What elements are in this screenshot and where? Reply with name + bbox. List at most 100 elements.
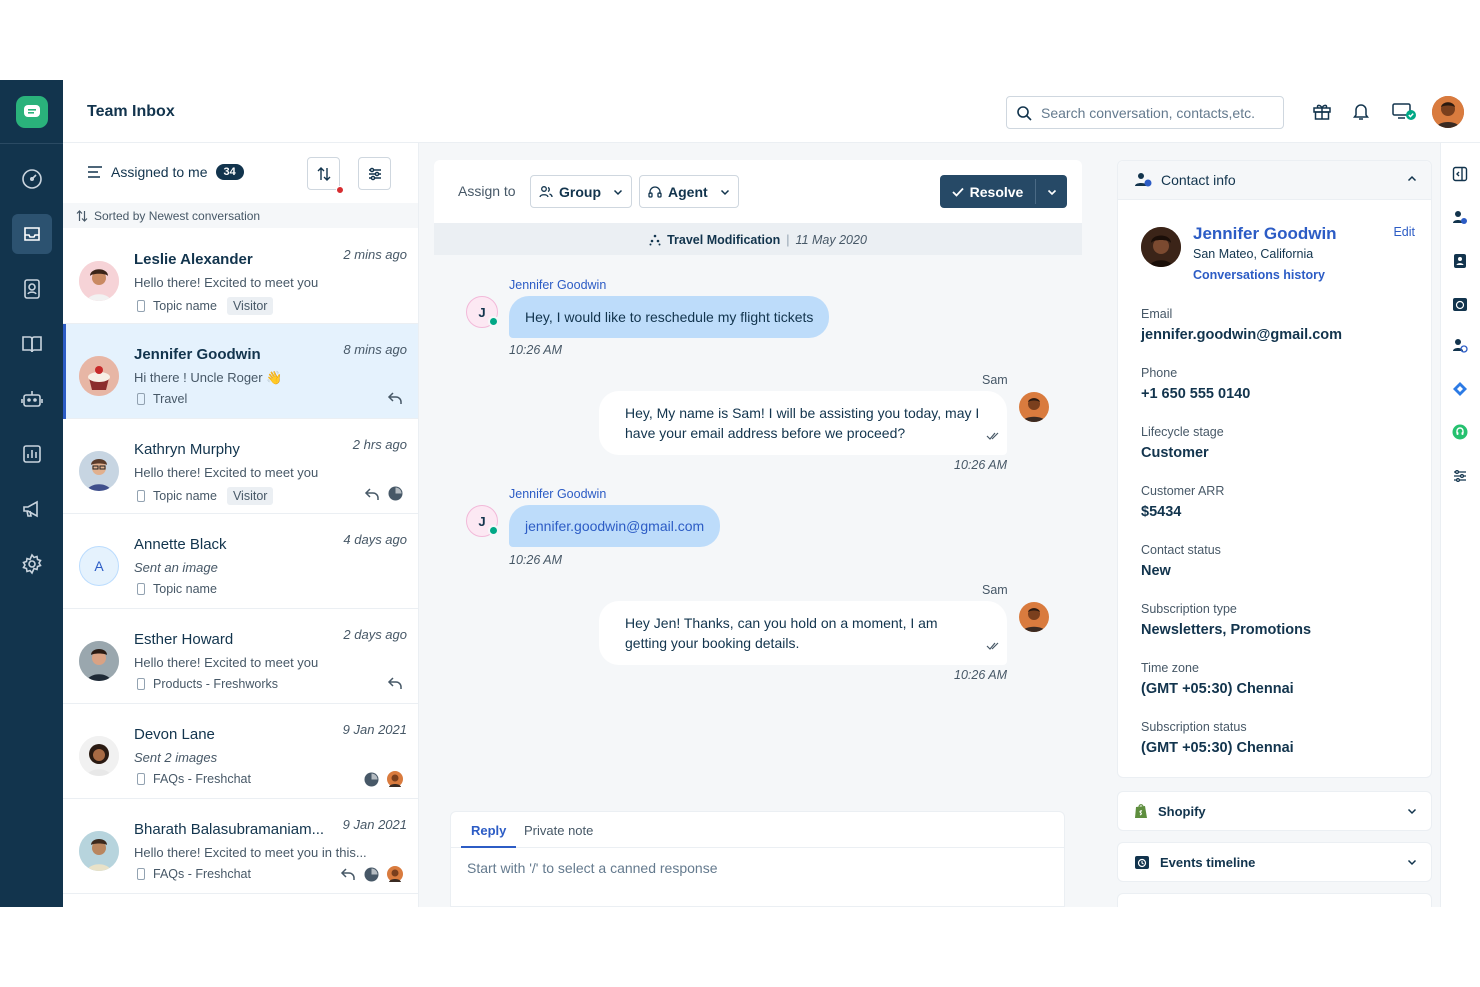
timeline-icon[interactable] [1449,293,1471,315]
customer-message-email[interactable]: jennifer.goodwin@gmail.com [509,505,721,547]
agent-avatar [1019,602,1049,632]
page-title: Team Inbox [87,103,175,120]
assigned-filter[interactable]: Assigned to me 34 [87,164,244,180]
avatar-initial: J [478,513,486,529]
conversation-item[interactable]: Devon Lane 9 Jan 2021 Sent 2 images FAQs… [63,704,418,799]
chat-logo-icon [24,105,40,117]
message-sender: Sam [982,583,1008,597]
chevron-down-icon [1047,189,1056,195]
field-label-subscription-status: Subscription status [1141,720,1247,734]
resolve-button[interactable]: Resolve [940,175,1035,208]
inbox-icon[interactable] [12,214,52,254]
tab-private-note[interactable]: Private note [524,823,593,838]
conversation-name: Esther Howard [134,631,234,648]
sort-icon [317,166,330,181]
field-value-contact-status: New [1141,563,1171,579]
search-input[interactable] [1041,103,1277,123]
assigned-filter-label: Assigned to me [111,164,208,180]
conversation-item[interactable]: A Annette Black 4 days ago Sent an image… [63,514,418,609]
contacts-icon[interactable] [12,269,52,309]
contact-location: San Mateo, California [1193,247,1314,261]
sort-arrows-icon [76,209,88,222]
contact-info-header[interactable]: Contact info [1118,161,1431,200]
conversation-name: Bharath Balasubramaniam... [134,821,325,838]
conversation-status-icons [340,866,403,882]
conversation-name: Jennifer Goodwin [134,346,261,363]
address-book-icon[interactable] [1449,250,1471,272]
search-box[interactable] [1006,96,1284,129]
topic-label: FAQs - Freshchat [153,772,251,786]
shopify-section[interactable]: Shopify [1117,791,1432,831]
more-section[interactable] [1117,893,1432,907]
conversation-status-icons [364,771,403,787]
conversation-name: Annette Black [134,536,227,553]
customize-panel-icon[interactable] [1449,465,1471,487]
message-time: 10:26 AM [954,458,1008,472]
read-receipt-icon [986,432,999,440]
settings-icon[interactable] [12,544,52,584]
dashboard-icon[interactable] [12,159,52,199]
field-value-arr: $5434 [1141,504,1182,520]
freshdesk-app-icon[interactable] [1449,421,1471,443]
field-label-lifecycle: Lifecycle stage [1141,425,1224,439]
contact-avatar [79,641,119,681]
contact-details-icon[interactable] [1449,207,1471,229]
notification-bell-icon[interactable] [1350,100,1372,122]
top-header: Team Inbox [63,80,1480,143]
conversations-history-link[interactable]: Conversations history [1193,268,1325,282]
edit-contact-link[interactable]: Edit [1393,225,1415,239]
online-status-dot [488,316,499,327]
group-dropdown[interactable]: Group [530,175,632,208]
field-label-time-zone: Time zone [1141,661,1199,675]
message-sender: Jennifer Goodwin [509,487,607,501]
field-value-subscription-status: (GMT +05:30) Chennai [1141,740,1294,756]
chevron-down-icon [720,189,729,195]
campaigns-icon[interactable] [12,489,52,529]
conversation-item[interactable]: Esther Howard 2 days ago Hello there! Ex… [63,609,418,704]
contact-avatar [79,356,119,396]
tab-reply[interactable]: Reply [460,823,517,848]
conversation-topic: Topic name Visitor [134,487,274,505]
contact-sync-icon[interactable] [1449,335,1471,357]
reports-icon[interactable] [12,434,52,474]
events-timeline-section[interactable]: Events timeline [1117,842,1432,882]
agent-status-icon[interactable] [1391,100,1419,122]
shopify-icon [1135,804,1147,818]
field-label-arr: Customer ARR [1141,484,1225,498]
events-timeline-label: Events timeline [1160,854,1256,870]
contact-avatar [79,736,119,776]
chevron-up-icon[interactable] [1407,174,1417,184]
field-value-email: jennifer.goodwin@gmail.com [1141,327,1343,343]
conversation-status-icons [364,486,403,501]
assign-label: Assign to [458,183,516,199]
list-toolbar: Assigned to me 34 [63,143,418,203]
events-timeline-icon [1135,856,1149,869]
resolve-options-button[interactable] [1036,175,1067,208]
reply-input[interactable] [467,860,1047,876]
knowledge-base-icon[interactable] [12,324,52,364]
field-label-phone: Phone [1141,366,1178,380]
bot-icon[interactable] [12,379,52,419]
field-value-lifecycle: Customer [1141,445,1209,461]
app-logo[interactable] [16,96,48,128]
contact-avatar: A [79,546,119,586]
contact-name[interactable]: Jennifer Goodwin [1193,224,1337,244]
conversation-preview: Hello there! Excited to meet you [134,465,319,480]
collapse-panel-icon[interactable] [1449,163,1471,185]
sort-button[interactable] [307,157,344,194]
assigned-agent-avatar [387,866,403,882]
channel-icon [137,678,145,690]
conversation-item[interactable]: Leslie Alexander 2 mins ago Hello there!… [63,229,418,324]
agent-dropdown[interactable]: Agent [639,175,739,208]
conversation-item-active[interactable]: Jennifer Goodwin 8 mins ago Hi there ! U… [63,324,418,419]
online-status-dot [488,525,499,536]
conversation-item[interactable]: Bharath Balasubramaniam... 9 Jan 2021 He… [63,799,418,894]
conversation-time: 8 mins ago [343,342,407,357]
integration-diamond-icon[interactable] [1449,378,1471,400]
conversation-status-icons [387,676,403,690]
user-avatar[interactable] [1432,96,1464,128]
gift-icon[interactable] [1311,100,1333,122]
conversation-name: Kathryn Murphy [134,441,240,458]
filter-settings-button[interactable] [358,157,391,190]
conversation-item[interactable]: Kathryn Murphy 2 hrs ago Hello there! Ex… [63,419,418,514]
